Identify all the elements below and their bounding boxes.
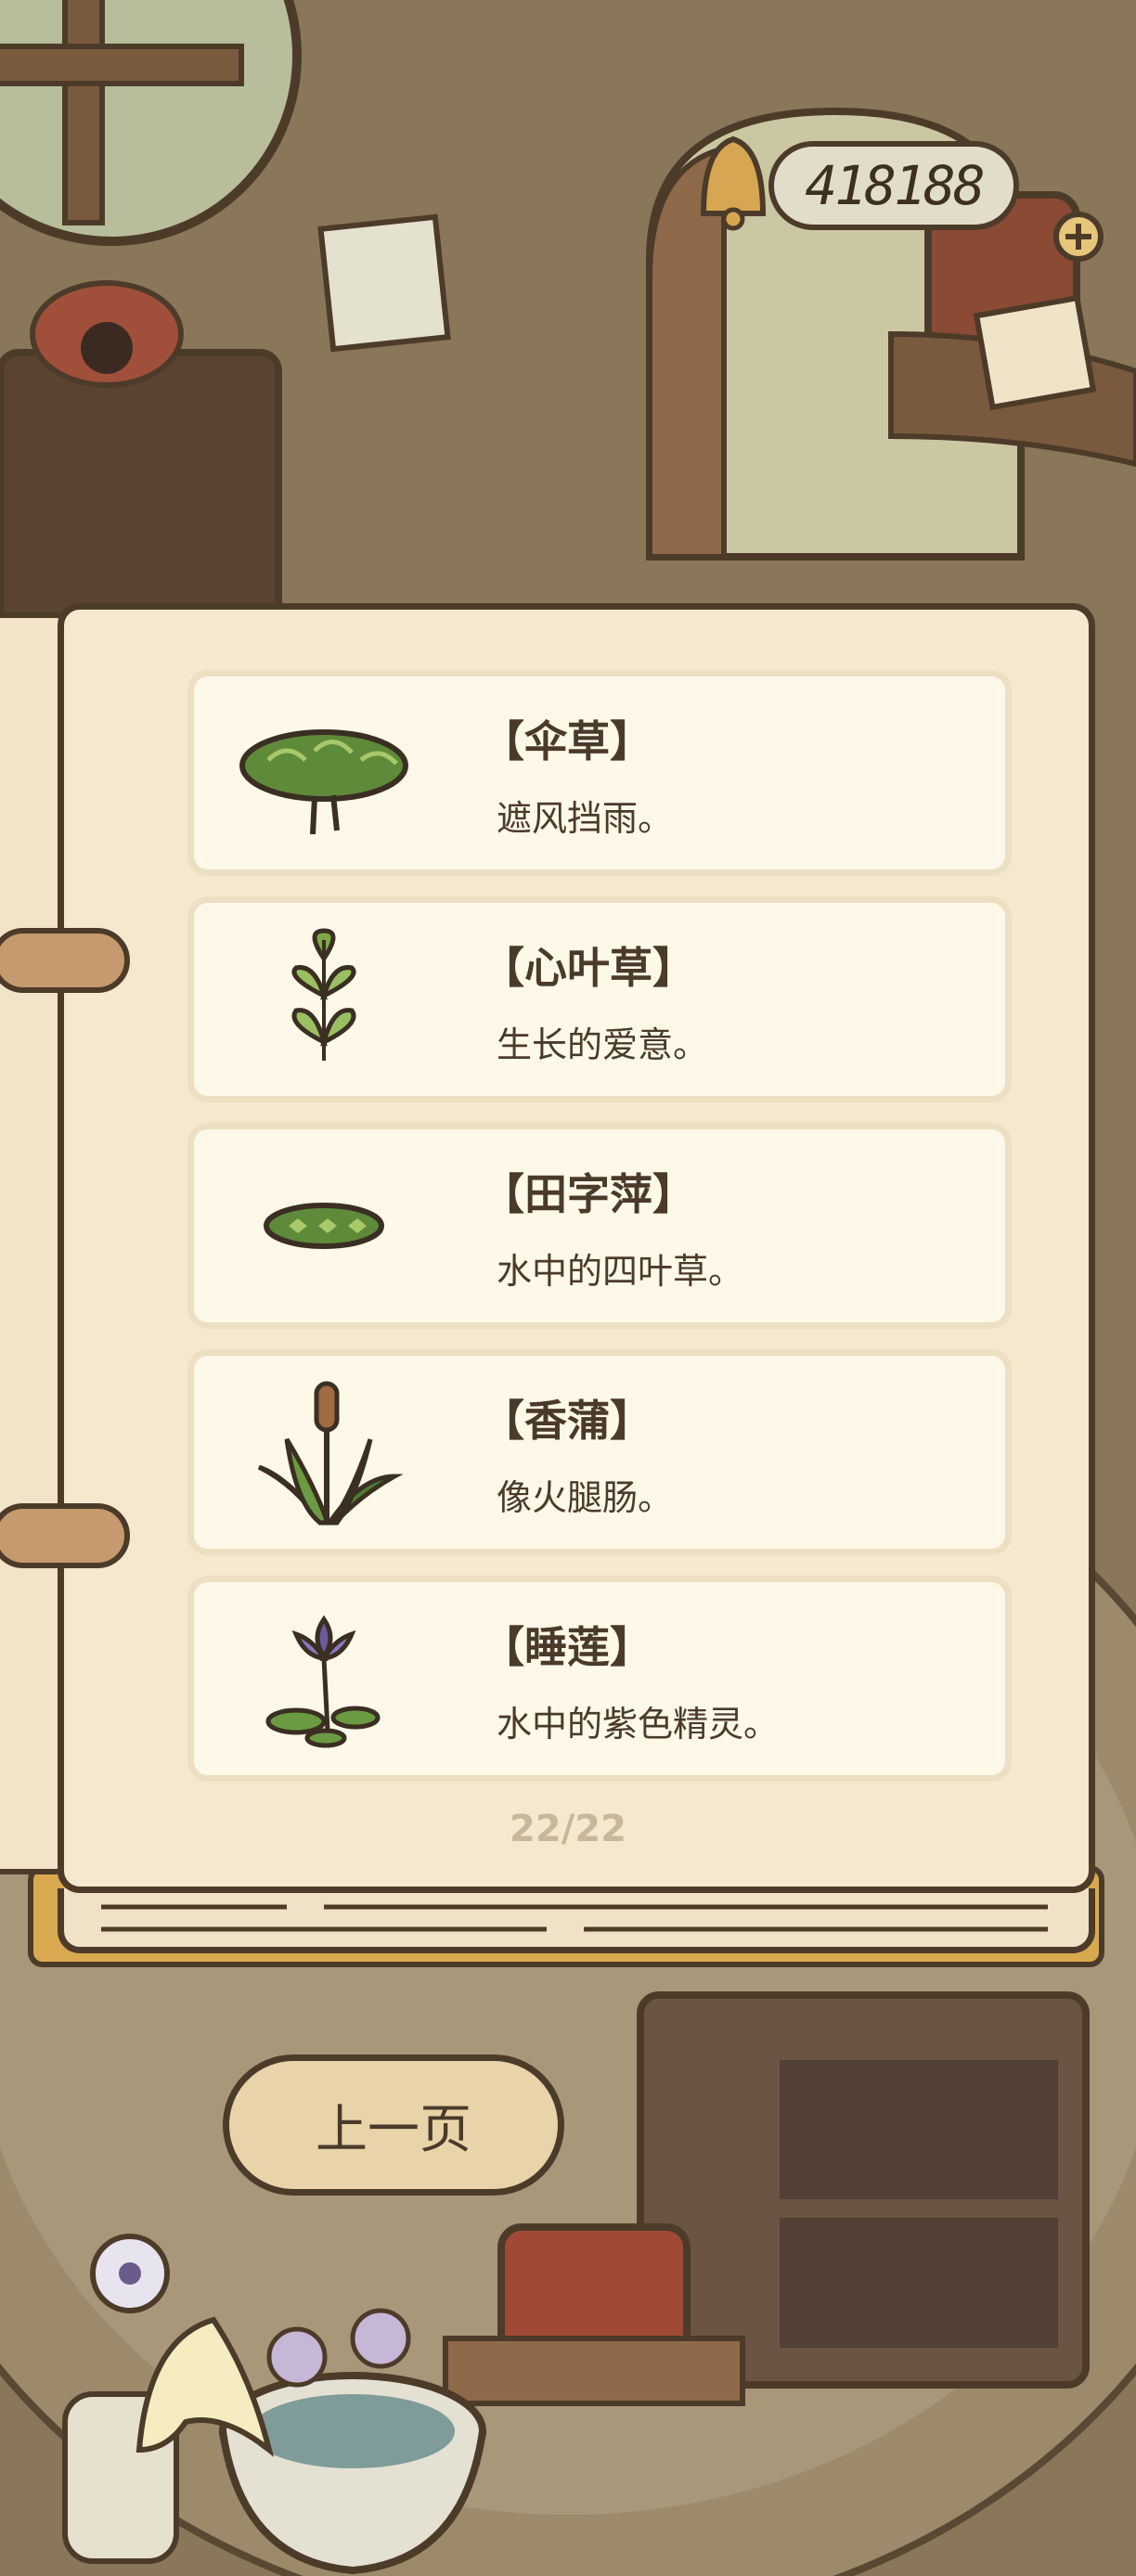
item-name: 【田字萍】 bbox=[482, 1169, 695, 1219]
item-name: 【心叶草】 bbox=[482, 943, 695, 993]
water-clover-icon bbox=[264, 1203, 384, 1249]
plus-circle-icon[interactable] bbox=[1051, 209, 1106, 264]
book-ring bbox=[0, 928, 130, 993]
currency-counter: 418188 bbox=[768, 141, 1019, 230]
water-lily-icon bbox=[265, 1615, 381, 1748]
collection-list: 【伞草】 遮风挡雨。 【心叶草】 生长的爱意。 【田字萍】 水中的四叶草。 【香… bbox=[187, 670, 1012, 1802]
item-description: 遮风挡雨。 bbox=[497, 798, 674, 839]
item-name: 【香蒲】 bbox=[482, 1396, 652, 1446]
item-name: 【睡莲】 bbox=[482, 1622, 652, 1672]
book-ring bbox=[0, 1503, 130, 1568]
item-description: 生长的爱意。 bbox=[497, 1024, 709, 1065]
page-indicator: 22/22 bbox=[510, 1808, 626, 1850]
umbrella-grass-icon bbox=[239, 729, 408, 835]
item-name: 【伞草】 bbox=[482, 716, 652, 766]
list-item[interactable]: 【香蒲】 像火腿肠。 bbox=[187, 1349, 1012, 1555]
list-item[interactable]: 【睡莲】 水中的紫色精灵。 bbox=[187, 1576, 1012, 1782]
heart-leaf-icon bbox=[291, 928, 356, 1061]
cattail-icon bbox=[257, 1381, 404, 1526]
item-description: 水中的紫色精灵。 bbox=[497, 1704, 780, 1745]
previous-page-button[interactable]: 上一页 bbox=[223, 2054, 564, 2196]
item-description: 像火腿肠。 bbox=[497, 1477, 674, 1518]
book-page-edges bbox=[58, 1888, 1095, 1953]
list-item[interactable]: 【心叶草】 生长的爱意。 bbox=[187, 896, 1012, 1102]
list-item[interactable]: 【伞草】 遮风挡雨。 bbox=[187, 670, 1012, 876]
list-item[interactable]: 【田字萍】 水中的四叶草。 bbox=[187, 1123, 1012, 1329]
previous-page-label: 上一页 bbox=[316, 2099, 471, 2160]
currency-amount: 418188 bbox=[805, 154, 986, 217]
item-description: 水中的四叶草。 bbox=[497, 1251, 744, 1292]
